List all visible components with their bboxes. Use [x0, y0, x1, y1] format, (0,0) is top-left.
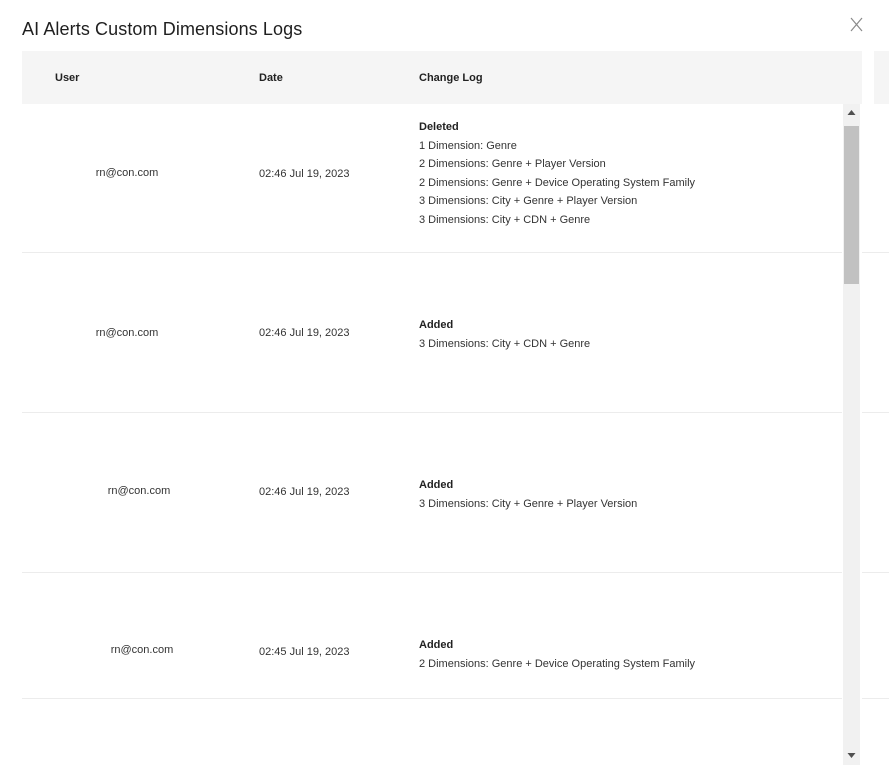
- logs-dialog: AI Alerts Custom Dimensions Logs User Da…: [0, 0, 889, 765]
- row-change-log: Added 2 Dimensions: Genre + Device Opera…: [419, 636, 695, 673]
- log-line: 3 Dimensions: City + Genre + Player Vers…: [419, 497, 638, 510]
- row-change-log: Added 3 Dimensions: City + Genre + Playe…: [419, 476, 637, 513]
- log-action: Deleted: [419, 121, 459, 133]
- row-date: 02:45 Jul 19, 2023: [259, 646, 350, 658]
- column-header-date[interactable]: Date: [259, 72, 283, 84]
- table-row: rn@con.com 02:46 Jul 19, 2023 Added 3 Di…: [22, 413, 842, 573]
- table-row: rn@con.com 02:46 Jul 19, 2023 Added 3 Di…: [22, 253, 842, 413]
- row-user: rn@con.com: [95, 327, 159, 339]
- table-row: rn@con.com 02:46 Jul 19, 2023 Deleted 1 …: [22, 104, 842, 253]
- log-line: 3 Dimensions: City + CDN + Genre: [419, 337, 591, 350]
- scroll-down-arrow-icon[interactable]: [843, 747, 860, 764]
- log-line: 3 Dimensions: City + Genre + Player Vers…: [419, 195, 638, 207]
- table-row: rn@con.com 02:45 Jul 19, 2023 Added 2 Di…: [22, 573, 842, 699]
- log-action: Added: [419, 639, 454, 651]
- dialog-title: AI Alerts Custom Dimensions Logs: [22, 19, 303, 39]
- row-divider-edge: [862, 572, 889, 573]
- row-user: rn@con.com: [95, 167, 159, 179]
- close-icon[interactable]: [846, 14, 868, 36]
- vertical-scrollbar[interactable]: [843, 104, 860, 765]
- header-edge-strip: [874, 51, 889, 104]
- log-line: 2 Dimensions: Genre + Device Operating S…: [419, 657, 696, 670]
- row-user: rn@con.com: [107, 485, 171, 497]
- column-header-user[interactable]: User: [55, 72, 79, 84]
- log-line: 3 Dimensions: City + CDN + Genre: [419, 213, 591, 226]
- scrollbar-thumb[interactable]: [844, 126, 859, 284]
- row-date: 02:46 Jul 19, 2023: [259, 327, 350, 339]
- row-date: 02:46 Jul 19, 2023: [259, 486, 350, 498]
- column-header-change-log[interactable]: Change Log: [419, 72, 483, 84]
- row-divider-edge: [862, 412, 889, 413]
- row-divider-edge: [862, 698, 889, 699]
- log-action: Added: [419, 319, 454, 331]
- row-date: 02:46 Jul 19, 2023: [259, 168, 350, 180]
- log-line: 2 Dimensions: Genre + Device Operating S…: [419, 176, 696, 189]
- row-change-log: Deleted 1 Dimension: Genre 2 Dimensions:…: [419, 118, 695, 229]
- log-action: Added: [419, 479, 454, 491]
- scroll-up-arrow-icon[interactable]: [843, 104, 860, 121]
- row-user: rn@con.com: [110, 644, 174, 656]
- logs-table: User Date Change Log rn@con.com 02:46 Ju…: [22, 51, 862, 765]
- log-line: 1 Dimension: Genre: [419, 139, 517, 152]
- row-change-log: Added 3 Dimensions: City + CDN + Genre: [419, 316, 590, 353]
- table-header: User Date Change Log: [22, 51, 862, 104]
- row-divider-edge: [862, 252, 889, 253]
- log-line: 2 Dimensions: Genre + Player Version: [419, 158, 606, 170]
- table-body: rn@con.com 02:46 Jul 19, 2023 Deleted 1 …: [22, 104, 842, 765]
